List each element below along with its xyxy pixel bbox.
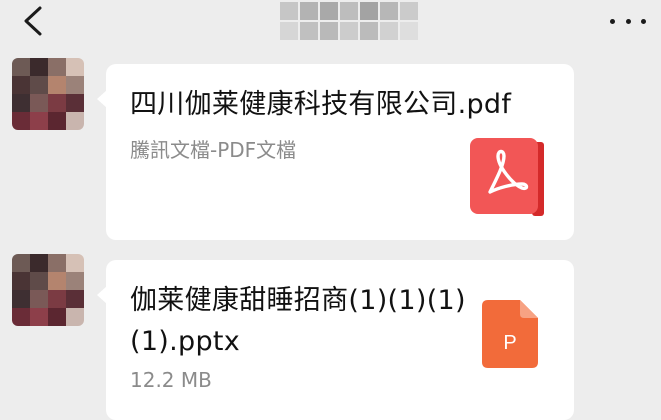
- more-options-button[interactable]: [610, 10, 646, 32]
- back-button[interactable]: [18, 4, 50, 38]
- sender-avatar[interactable]: [12, 254, 84, 326]
- file-source: 騰訊文檔-PDF文檔: [130, 138, 297, 162]
- pdf-file-icon: [470, 138, 544, 216]
- file-name: 四川伽莱健康科技有限公司.pdf: [130, 89, 512, 120]
- file-message-bubble[interactable]: 四川伽莱健康科技有限公司.pdf 騰訊文檔-PDF文檔: [97, 64, 574, 240]
- chat-title-obscured: [280, 2, 418, 42]
- chevron-left-icon: [24, 6, 42, 36]
- file-name: 伽莱健康甜睡招商(1)(1)(1)(1).pptx: [130, 285, 466, 357]
- file-message-bubble[interactable]: 伽莱健康甜睡招商(1)(1)(1)(1).pptx 12.2 MB P: [97, 260, 574, 420]
- pptx-file-icon: P: [482, 300, 538, 368]
- chat-header: [0, 0, 661, 44]
- sender-avatar[interactable]: [12, 58, 84, 130]
- more-horizontal-icon: [610, 18, 615, 24]
- pptx-icon-letter: P: [503, 332, 516, 354]
- file-size: 12.2 MB: [130, 368, 212, 392]
